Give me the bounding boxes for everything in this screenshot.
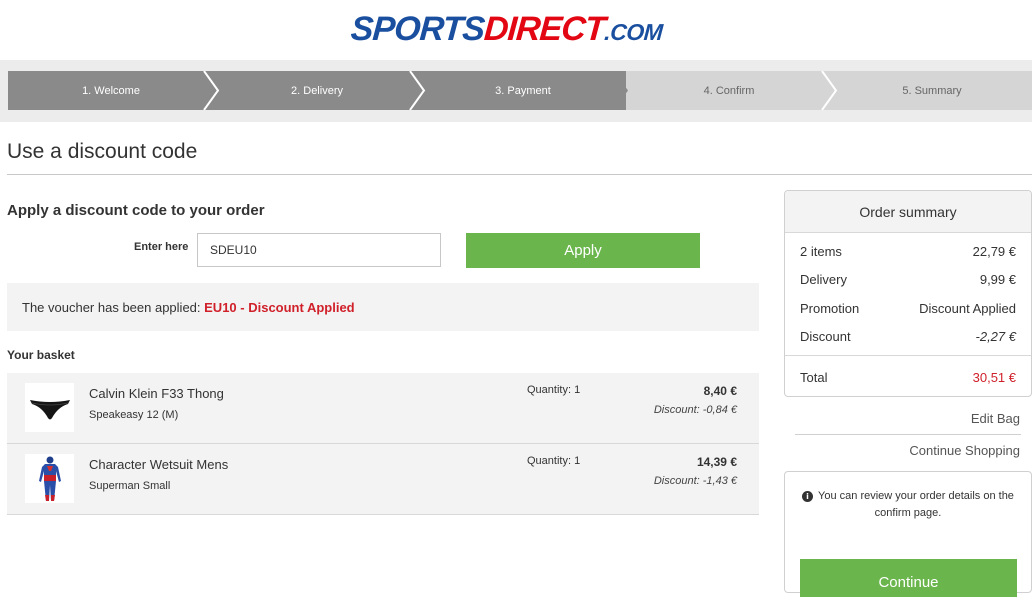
logo-part-sports: SPORTS <box>349 10 486 48</box>
summary-label: Delivery <box>800 272 847 287</box>
order-summary-panel: Order summary 2 items 22,79 € Delivery 9… <box>784 190 1032 397</box>
page-title: Use a discount code <box>7 140 198 163</box>
item-quantity: Quantity: 1 <box>527 455 581 467</box>
product-thumbnail[interactable] <box>25 383 74 432</box>
item-name[interactable]: Character Wetsuit Mens <box>89 457 228 472</box>
summary-total-value: 30,51 € <box>972 370 1016 385</box>
basket-title: Your basket <box>7 348 75 362</box>
chevron-right-icon <box>614 71 628 110</box>
step-label: 3. Payment <box>495 84 551 97</box>
summary-label: 2 items <box>800 244 842 259</box>
logo-part-com: .COM <box>603 19 664 45</box>
links-divider <box>795 434 1021 435</box>
apply-button[interactable]: Apply <box>466 233 700 268</box>
basket-item: Calvin Klein F33 Thong Speakeasy 12 (M) … <box>7 373 759 444</box>
step-label: 1. Welcome <box>82 84 140 97</box>
chevron-right-icon <box>409 71 426 110</box>
step-label: 4. Confirm <box>703 84 755 97</box>
item-quantity: Quantity: 1 <box>527 384 581 396</box>
info-icon: i <box>802 491 814 502</box>
summary-value: 9,99 € <box>979 272 1016 287</box>
summary-divider <box>785 355 1031 356</box>
summary-row-total: Total 30,51 € <box>800 370 1016 385</box>
chevron-right-icon <box>821 71 838 110</box>
summary-value: Discount Applied <box>919 301 1016 316</box>
summary-value: -2,27 € <box>975 329 1016 344</box>
site-header: SPORTS DIRECT .COM <box>0 0 1032 60</box>
summary-total-label: Total <box>800 370 828 385</box>
summary-row-promotion: Promotion Discount Applied <box>800 301 1016 316</box>
item-variant: Superman Small <box>89 480 171 492</box>
step-payment[interactable]: 3. Payment <box>420 71 628 110</box>
continue-panel: i You can review your order details on th… <box>784 471 1032 597</box>
discount-code-label: Enter here <box>134 241 189 253</box>
step-label: 5. Summary <box>902 84 962 97</box>
checkout-steps: 1. Welcome 2. Delivery 3. Payment 4. Con… <box>8 71 1032 110</box>
continue-button[interactable]: Continue <box>800 559 1017 597</box>
summary-row-items: 2 items 22,79 € <box>800 244 1016 259</box>
confirm-note: i You can review your order details on th… <box>797 488 1019 522</box>
item-discount: Discount: -1,43 € <box>653 475 737 487</box>
summary-value: 22,79 € <box>972 244 1016 259</box>
summary-label: Discount <box>800 329 851 344</box>
edit-bag-link[interactable]: Edit Bag <box>971 411 1020 426</box>
step-summary: 5. Summary <box>832 71 1032 110</box>
title-divider <box>7 174 1032 175</box>
product-thumbnail[interactable] <box>25 454 74 503</box>
discount-section-title: Apply a discount code to your order <box>7 202 265 219</box>
basket-item: Character Wetsuit Mens Superman Small Qu… <box>7 444 759 515</box>
item-price: 8,40 € <box>703 384 737 398</box>
discount-code-input[interactable] <box>197 233 441 267</box>
step-welcome[interactable]: 1. Welcome <box>8 71 220 110</box>
voucher-message-text: The voucher has been applied: <box>22 299 205 315</box>
summary-row-discount: Discount -2,27 € <box>800 329 1016 344</box>
basket-list: Calvin Klein F33 Thong Speakeasy 12 (M) … <box>7 373 759 515</box>
step-delivery[interactable]: 2. Delivery <box>214 71 426 110</box>
confirm-note-text: You can review your order details on the… <box>818 490 1014 519</box>
order-summary-title: Order summary <box>785 191 1031 233</box>
item-variant: Speakeasy 12 (M) <box>89 409 179 421</box>
summary-row-delivery: Delivery 9,99 € <box>800 272 1016 287</box>
voucher-status: EU10 - Discount Applied <box>204 299 355 315</box>
wetsuit-icon <box>38 456 61 501</box>
continue-shopping-link[interactable]: Continue Shopping <box>909 443 1020 458</box>
logo-part-direct: DIRECT <box>482 10 607 48</box>
item-name[interactable]: Calvin Klein F33 Thong <box>89 386 224 401</box>
summary-label: Promotion <box>800 301 860 316</box>
item-discount: Discount: -0,84 € <box>653 404 737 416</box>
chevron-right-icon <box>203 71 220 110</box>
item-price: 14,39 € <box>696 455 737 469</box>
step-label: 2. Delivery <box>291 84 343 97</box>
sportsdirect-logo[interactable]: SPORTS DIRECT .COM <box>349 10 664 48</box>
step-confirm: 4. Confirm <box>626 71 838 110</box>
thong-icon <box>29 399 70 419</box>
voucher-applied-message: The voucher has been applied: EU10 - Dis… <box>7 283 759 331</box>
